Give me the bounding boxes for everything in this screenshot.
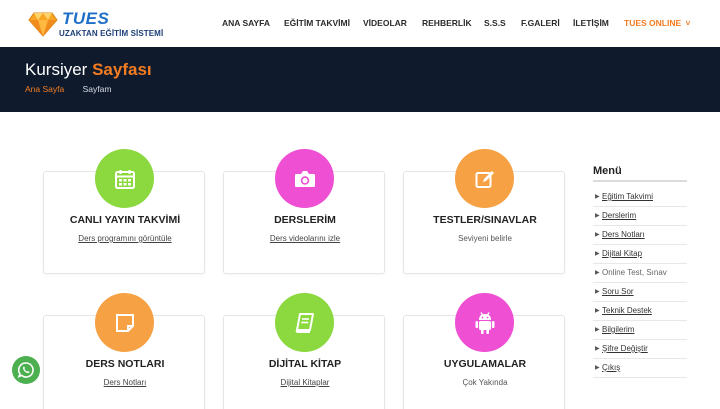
card-title: DERSLERİM xyxy=(274,214,336,226)
nav-item-egitim-takvimi[interactable]: EĞİTİM TAKVİMİ xyxy=(284,18,350,28)
android-icon xyxy=(475,311,494,334)
card-icon-circle xyxy=(455,149,514,208)
card-ders-notlari[interactable]: DERS NOTLARI Ders Notları xyxy=(43,293,206,409)
menu-title: Menü xyxy=(593,165,622,177)
breadcrumb-home-link[interactable]: Ana Sayfa xyxy=(25,84,64,94)
card-canli-yayin-takvimi[interactable]: CANLI YAYIN TAKVİMİ Ders programını görü… xyxy=(43,149,206,274)
whatsapp-icon xyxy=(17,362,34,378)
book-icon xyxy=(295,312,314,333)
nav-item-tues-online-label: TUES ONLINE xyxy=(624,18,682,28)
caret-right-icon: ▶ xyxy=(595,365,600,371)
menu-item-ders-notlari[interactable]: ▶ Ders Notları xyxy=(593,226,687,245)
site-header: TUES UZAKTAN EĞİTİM SİSTEMİ ANA SAYFA EĞ… xyxy=(0,0,720,47)
page-title: Kursiyer Sayfası xyxy=(25,60,152,80)
caret-right-icon: ▶ xyxy=(595,194,600,200)
logo-brand-text: TUES xyxy=(62,9,110,28)
nav-item-tues-online[interactable]: TUES ONLINE ˅ xyxy=(624,18,691,28)
camera-icon xyxy=(294,170,315,187)
whatsapp-button[interactable] xyxy=(12,356,40,384)
calendar-icon xyxy=(114,169,135,189)
diamond-logo-icon xyxy=(28,12,58,37)
caret-right-icon: ▶ xyxy=(595,346,600,352)
menu-item-teknik-destek[interactable]: ▶ Teknik Destek xyxy=(593,302,687,321)
menu-item-derslerim[interactable]: ▶ Derslerim xyxy=(593,207,687,226)
menu-item-soru-sor[interactable]: ▶ Soru Sor xyxy=(593,283,687,302)
card-title: DERS NOTLARI xyxy=(85,358,165,370)
nav-item-videolar[interactable]: VİDEOLAR xyxy=(363,18,407,28)
site-logo[interactable]: TUES UZAKTAN EĞİTİM SİSTEMİ xyxy=(28,9,163,41)
menu-item-label: Soru Sor xyxy=(602,287,634,296)
nav-item-rehberlik[interactable]: REHBERLİK xyxy=(422,18,472,28)
card-link[interactable]: Ders programını görüntüle xyxy=(44,234,206,243)
nav-item-iletisim[interactable]: İLETİŞİM xyxy=(573,18,609,28)
menu-item-label: Derslerim xyxy=(602,211,637,220)
menu-item-label: Ders Notları xyxy=(602,230,645,239)
menu-item-egitim-takvimi[interactable]: ▶ Eğitim Takvimi xyxy=(593,188,687,207)
nav-item-galeri[interactable]: F.GALERİ xyxy=(521,18,560,28)
caret-right-icon: ▶ xyxy=(595,270,600,276)
caret-right-icon: ▶ xyxy=(595,251,600,257)
caret-right-icon: ▶ xyxy=(595,327,600,333)
menu-item-label: Teknik Destek xyxy=(602,306,652,315)
menu-item-label: Eğitim Takvimi xyxy=(602,192,653,201)
menu-item-sifre-degistir[interactable]: ▶ Şifre Değiştir xyxy=(593,340,687,359)
card-title: DİJİTAL KİTAP xyxy=(268,358,342,370)
menu-item-online-test[interactable]: ▶ Online Test, Sınav xyxy=(593,264,687,283)
page-banner: Kursiyer Sayfası Ana Sayfa Sayfam xyxy=(0,47,720,112)
card-title: UYGULAMALAR xyxy=(443,358,527,370)
breadcrumb: Ana Sayfa Sayfam xyxy=(25,84,111,94)
card-link[interactable]: Ders videolarını izle xyxy=(224,234,386,243)
caret-right-icon: ▶ xyxy=(595,213,600,219)
menu-item-cikis[interactable]: ▶ Çıkış xyxy=(593,359,687,378)
page-title-accent: Sayfası xyxy=(92,60,152,79)
menu-item-label: Online Test, Sınav xyxy=(602,268,667,277)
card-icon-circle xyxy=(275,149,334,208)
card-uygulamalar[interactable]: UYGULAMALAR Çok Yakında xyxy=(403,293,566,409)
caret-right-icon: ▶ xyxy=(595,289,600,295)
menu-item-label: Şifre Değiştir xyxy=(602,344,648,353)
card-title: TESTLER/SINAVLAR xyxy=(433,214,537,226)
menu-item-label: Çıkış xyxy=(602,363,621,372)
card-link[interactable]: Çok Yakında xyxy=(404,378,566,387)
menu-divider xyxy=(593,180,687,182)
edit-icon xyxy=(475,170,494,188)
nav-item-ana-sayfa[interactable]: ANA SAYFA xyxy=(222,18,270,28)
chevron-down-icon: ˅ xyxy=(685,18,691,28)
caret-right-icon: ▶ xyxy=(595,232,600,238)
menu-item-bilgilerim[interactable]: ▶ Bilgilerim xyxy=(593,321,687,340)
card-icon-circle xyxy=(95,149,154,208)
caret-right-icon: ▶ xyxy=(595,308,600,314)
card-title: CANLI YAYIN TAKVİMİ xyxy=(69,214,181,226)
logo-subtitle-text: UZAKTAN EĞİTİM SİSTEMİ xyxy=(59,29,164,38)
card-icon-circle xyxy=(455,293,514,352)
nav-item-sss[interactable]: S.S.S xyxy=(484,18,506,28)
breadcrumb-current: Sayfam xyxy=(82,84,112,94)
card-dijital-kitap[interactable]: DİJİTAL KİTAP Dijital Kitaplar xyxy=(223,293,386,409)
card-icon-circle xyxy=(275,293,334,352)
note-icon xyxy=(115,313,134,332)
card-link[interactable]: Seviyeni belirle xyxy=(404,234,566,243)
card-link[interactable]: Dijital Kitaplar xyxy=(224,378,386,387)
menu-item-label: Bilgilerim xyxy=(602,325,635,334)
card-icon-circle xyxy=(95,293,154,352)
card-testler-sinavlar[interactable]: TESTLER/SINAVLAR Seviyeni belirle xyxy=(403,149,566,274)
page-title-main: Kursiyer xyxy=(25,60,88,79)
menu-item-dijital-kitap[interactable]: ▶ Dijital Kitap xyxy=(593,245,687,264)
menu-item-label: Dijital Kitap xyxy=(602,249,643,258)
page: TUES UZAKTAN EĞİTİM SİSTEMİ ANA SAYFA EĞ… xyxy=(0,0,720,409)
card-derslerim[interactable]: DERSLERİM Ders videolarını izle xyxy=(223,149,386,274)
card-link[interactable]: Ders Notları xyxy=(44,378,206,387)
